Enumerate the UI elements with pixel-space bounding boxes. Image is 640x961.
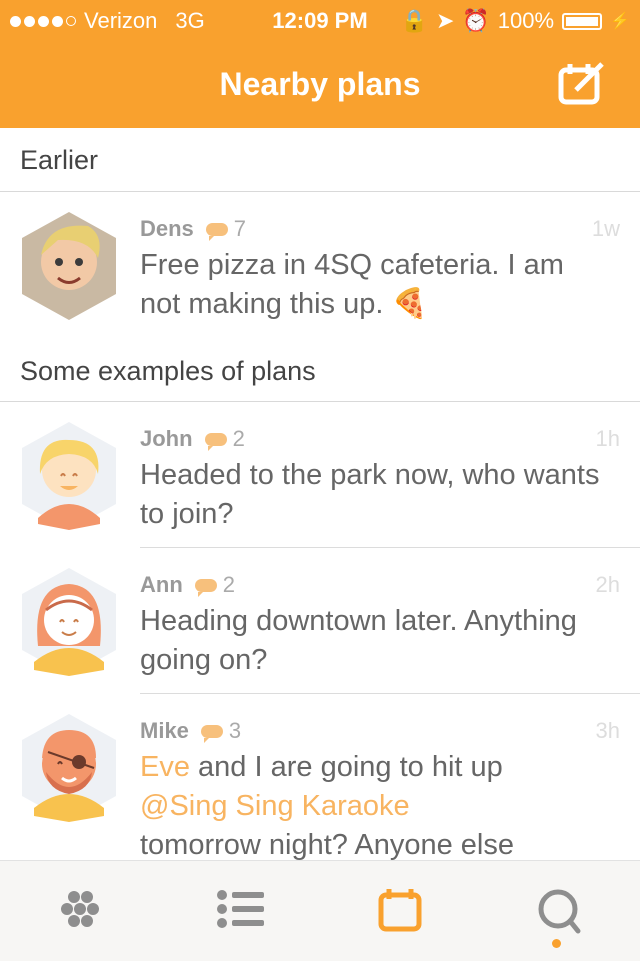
plan-age: 1h xyxy=(595,426,620,451)
compose-icon[interactable] xyxy=(558,60,606,108)
comment-count[interactable]: 3 xyxy=(200,718,242,744)
comment-number: 2 xyxy=(232,426,245,451)
page-title: Nearby plans xyxy=(219,66,421,102)
author-name: Dens xyxy=(140,216,194,241)
mention-user-link[interactable]: Eve xyxy=(140,751,190,783)
section-header-examples: Some examples of plans xyxy=(0,338,640,402)
comment-icon xyxy=(194,578,217,597)
hex-dots-icon[interactable] xyxy=(54,887,106,939)
status-right: 🔒 ➤ ⏰ 100% ⚡ xyxy=(401,8,630,34)
plan-author[interactable]: Mike 3 xyxy=(140,718,241,744)
active-tab-indicator xyxy=(552,939,561,948)
plan-item[interactable]: Dens 7 1w Free pizza in 4SQ cafeteria. I… xyxy=(0,192,640,338)
avatar xyxy=(22,714,116,822)
plan-text: Eve and I are going to hit up @Sing Sing… xyxy=(140,748,600,860)
author-name: Ann xyxy=(140,572,183,597)
comment-count[interactable]: 2 xyxy=(204,426,245,452)
plan-age: 2h xyxy=(595,572,620,597)
calendar-icon[interactable] xyxy=(374,887,426,939)
search-icon[interactable] xyxy=(534,887,586,939)
battery-icon xyxy=(562,12,603,30)
lock-rotation-icon: 🔒 xyxy=(400,8,428,33)
section-header-earlier: Earlier xyxy=(0,128,640,192)
plan-text-end: tomorrow night? Anyone else xyxy=(140,829,514,860)
plan-text: Headed to the park now, who wants to joi… xyxy=(140,459,600,530)
pizza-icon: 🍕 xyxy=(391,288,428,320)
plan-item[interactable]: Ann 2 2h Heading downtown later. Anythin… xyxy=(0,548,640,693)
location-icon: ➤ xyxy=(435,8,455,33)
plan-age: 1w xyxy=(591,216,620,241)
list-icon[interactable] xyxy=(214,887,266,939)
avatar xyxy=(22,568,116,676)
avatar xyxy=(22,212,116,320)
plan-author[interactable]: Ann 2 xyxy=(140,572,235,598)
comment-number: 3 xyxy=(228,718,242,743)
plan-text: Free pizza in 4SQ cafeteria. I am not ma… xyxy=(140,246,600,324)
charging-icon: ⚡ xyxy=(610,13,630,30)
alarm-icon: ⏰ xyxy=(462,8,490,33)
plan-item[interactable]: John 2 1h Headed to the park now, who wa… xyxy=(0,402,640,547)
avatar xyxy=(22,422,116,530)
plan-author[interactable]: Dens 7 xyxy=(140,216,246,242)
status-bar: Verizon 3G 12:09 PM 🔒 ➤ ⏰ 100% ⚡ xyxy=(0,0,640,40)
plan-text-mid: and I are going to hit up xyxy=(189,751,503,783)
tab-bar xyxy=(0,860,640,961)
comment-icon xyxy=(200,724,223,743)
author-name: Mike xyxy=(140,718,189,743)
comment-count[interactable]: 2 xyxy=(194,572,236,598)
plan-text: Heading downtown later. Anything going o… xyxy=(140,605,577,676)
comment-number: 7 xyxy=(233,216,247,241)
mention-place-link[interactable]: @Sing Sing Karaoke xyxy=(140,790,410,822)
comment-count[interactable]: 7 xyxy=(205,216,247,242)
navigation-bar: Nearby plans xyxy=(0,40,640,128)
battery-percent: 100% xyxy=(497,8,555,33)
plan-age: 3h xyxy=(595,718,620,743)
plan-author[interactable]: John 2 xyxy=(140,426,245,452)
comment-icon xyxy=(204,432,227,451)
comment-icon xyxy=(205,222,228,241)
plan-text-body: Free pizza in 4SQ cafeteria. I am not ma… xyxy=(140,249,564,320)
author-name: John xyxy=(140,426,193,451)
comment-number: 2 xyxy=(222,572,236,597)
plan-item[interactable]: Mike 3 3h Eve and I are going to hit up … xyxy=(0,694,640,860)
